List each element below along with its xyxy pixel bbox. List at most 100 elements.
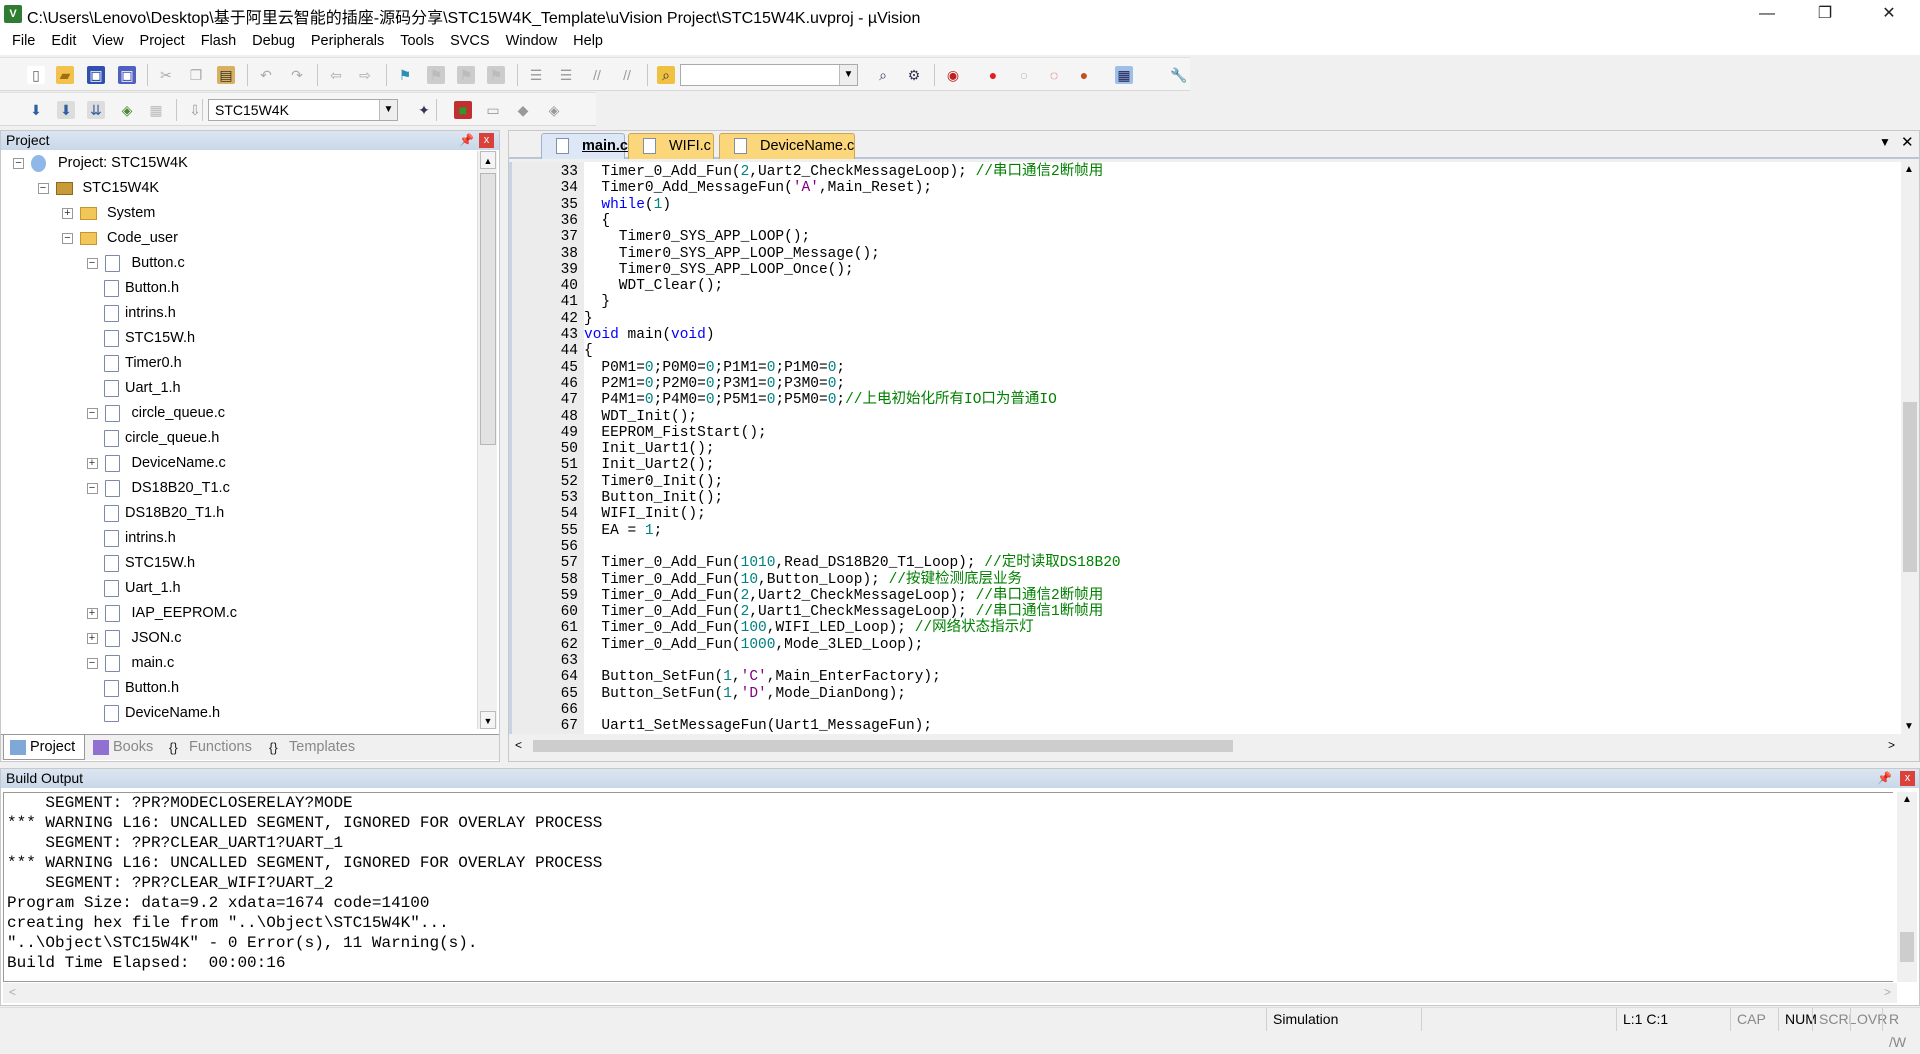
- minimize-button[interactable]: —: [1738, 0, 1796, 28]
- menu-file[interactable]: File: [0, 28, 43, 55]
- rebuild-icon[interactable]: ⇊: [87, 101, 105, 119]
- tree-item[interactable]: circle_queue.h: [1, 426, 477, 451]
- menu-peripherals[interactable]: Peripherals: [303, 28, 392, 55]
- scroll-left-icon[interactable]: <: [515, 738, 522, 752]
- uncomment-icon[interactable]: //: [618, 66, 636, 84]
- chevron-down-icon[interactable]: ▼: [839, 65, 857, 85]
- build-vertical-scrollbar[interactable]: ▲: [1897, 792, 1917, 982]
- batch-build-icon[interactable]: ◈: [118, 101, 136, 119]
- tree-item[interactable]: − main.c: [1, 651, 477, 676]
- collapse-icon[interactable]: −: [86, 258, 98, 269]
- close-button[interactable]: ✕: [1860, 0, 1918, 28]
- disable-all-breakpoints-icon[interactable]: ◌: [1045, 66, 1063, 84]
- editor-tab-main-c[interactable]: main.c: [541, 133, 628, 159]
- collapse-icon[interactable]: −: [13, 158, 24, 169]
- run-time-env-icon[interactable]: ◈: [545, 101, 563, 119]
- debug-session-icon[interactable]: ◉: [944, 66, 962, 84]
- collapse-icon[interactable]: −: [86, 408, 98, 419]
- breakpoint-icon[interactable]: ●: [984, 66, 1002, 84]
- tree-item[interactable]: Button.h: [1, 676, 477, 701]
- scroll-right-icon[interactable]: >: [1888, 738, 1895, 752]
- find-combo[interactable]: ▼: [680, 64, 858, 86]
- menu-edit[interactable]: Edit: [43, 28, 84, 55]
- build-output-text[interactable]: SEGMENT: ?PR?MODECLOSERELAY?MODE *** WARN…: [3, 792, 1893, 982]
- tree-item[interactable]: + System: [1, 201, 477, 226]
- tree-item[interactable]: − circle_queue.c: [1, 401, 477, 426]
- pin-icon[interactable]: 📌: [459, 131, 474, 150]
- restore-button[interactable]: ❐: [1796, 0, 1854, 28]
- chevron-down-icon[interactable]: ▼: [379, 100, 397, 120]
- tree-item[interactable]: − DS18B20_T1.c: [1, 476, 477, 501]
- expand-icon[interactable]: +: [62, 208, 73, 219]
- paste-icon[interactable]: ▤: [217, 66, 235, 84]
- tree-item[interactable]: − Project: STC15W4K: [1, 151, 477, 176]
- incremental-find-icon[interactable]: ⚙: [905, 66, 923, 84]
- tree-item[interactable]: STC15W.h: [1, 551, 477, 576]
- build-horizontal-scrollbar[interactable]: < >: [3, 983, 1897, 1003]
- collapse-icon[interactable]: −: [86, 658, 98, 669]
- redo-icon[interactable]: ↷: [288, 66, 306, 84]
- tab-project[interactable]: Project: [3, 735, 85, 760]
- code-editor[interactable]: 33 Timer_0_Add_Fun(2,Uart2_CheckMessageL…: [509, 162, 1901, 734]
- tree-item[interactable]: + IAP_EEPROM.c: [1, 601, 477, 626]
- scroll-right-icon[interactable]: >: [1884, 985, 1891, 999]
- scroll-thumb[interactable]: [1903, 402, 1917, 572]
- editor-tab-devicename-c[interactable]: DeviceName.c: [719, 133, 855, 159]
- save-all-icon[interactable]: ▣: [118, 66, 136, 84]
- collapse-icon[interactable]: −: [37, 183, 49, 194]
- bookmark-icon[interactable]: ⚑: [396, 66, 414, 84]
- tab-templates[interactable]: {} Templates: [263, 735, 359, 760]
- tree-item[interactable]: intrins.h: [1, 301, 477, 326]
- tree-item[interactable]: DeviceName.h: [1, 701, 477, 726]
- select-packs-icon[interactable]: ▭: [484, 101, 502, 119]
- navigate-back-icon[interactable]: ⇦: [327, 66, 345, 84]
- kill-breakpoints-icon[interactable]: ●: [1075, 66, 1093, 84]
- scroll-left-icon[interactable]: <: [9, 985, 16, 999]
- tree-item[interactable]: Button.h: [1, 276, 477, 301]
- target-select[interactable]: STC15W4K ▼: [208, 99, 398, 121]
- undo-icon[interactable]: ↶: [257, 66, 275, 84]
- prev-bookmark-icon[interactable]: ⚑: [427, 66, 445, 84]
- navigate-forward-icon[interactable]: ⇨: [356, 66, 374, 84]
- tree-scrollbar[interactable]: ▲ ▼: [477, 151, 497, 729]
- menu-help[interactable]: Help: [565, 28, 611, 55]
- expand-icon[interactable]: +: [86, 633, 98, 644]
- tree-item[interactable]: − Code_user: [1, 226, 477, 251]
- scroll-up-icon[interactable]: ▲: [480, 151, 496, 169]
- window-layout-icon[interactable]: ▦: [1115, 66, 1133, 84]
- code-vertical-scrollbar[interactable]: ▲ ▼: [1901, 162, 1919, 734]
- build-icon[interactable]: ⬇: [57, 101, 75, 119]
- tree-item[interactable]: Uart_1.h: [1, 376, 477, 401]
- menu-svcs[interactable]: SVCS: [442, 28, 498, 55]
- pin-icon[interactable]: 📌: [1877, 769, 1892, 788]
- scroll-thumb[interactable]: [1900, 932, 1914, 962]
- scroll-down-icon[interactable]: ▼: [480, 711, 496, 729]
- tab-list-dropdown-icon[interactable]: ▼: [1879, 135, 1891, 149]
- tree-item[interactable]: Timer0.h: [1, 351, 477, 376]
- editor-tab-wifi-c[interactable]: WIFI.c: [628, 133, 714, 159]
- scroll-up-icon[interactable]: ▲: [1904, 164, 1914, 175]
- unindent-icon[interactable]: ☰: [557, 66, 575, 84]
- menu-flash[interactable]: Flash: [193, 28, 244, 55]
- tab-books[interactable]: Books: [87, 735, 159, 760]
- menu-window[interactable]: Window: [498, 28, 566, 55]
- scroll-down-icon[interactable]: ▼: [1904, 721, 1914, 732]
- new-file-icon[interactable]: ▯: [27, 66, 45, 84]
- expand-icon[interactable]: +: [86, 458, 98, 469]
- disable-breakpoint-icon[interactable]: ○: [1015, 66, 1033, 84]
- scroll-thumb[interactable]: [480, 173, 496, 445]
- menu-debug[interactable]: Debug: [244, 28, 303, 55]
- next-bookmark-icon[interactable]: ⚑: [457, 66, 475, 84]
- close-panel-icon[interactable]: x: [1900, 771, 1915, 786]
- find-icon[interactable]: ⌕: [874, 66, 892, 84]
- collapse-icon[interactable]: −: [62, 233, 73, 244]
- menu-view[interactable]: View: [84, 28, 131, 55]
- clear-bookmarks-icon[interactable]: ⚑: [487, 66, 505, 84]
- comment-icon[interactable]: //: [588, 66, 606, 84]
- menu-tools[interactable]: Tools: [392, 28, 442, 55]
- tree-item[interactable]: − Button.c: [1, 251, 477, 276]
- tree-item[interactable]: + DeviceName.c: [1, 451, 477, 476]
- expand-icon[interactable]: +: [86, 608, 98, 619]
- close-panel-icon[interactable]: x: [479, 133, 494, 148]
- pack-installer-icon[interactable]: ◆: [514, 101, 532, 119]
